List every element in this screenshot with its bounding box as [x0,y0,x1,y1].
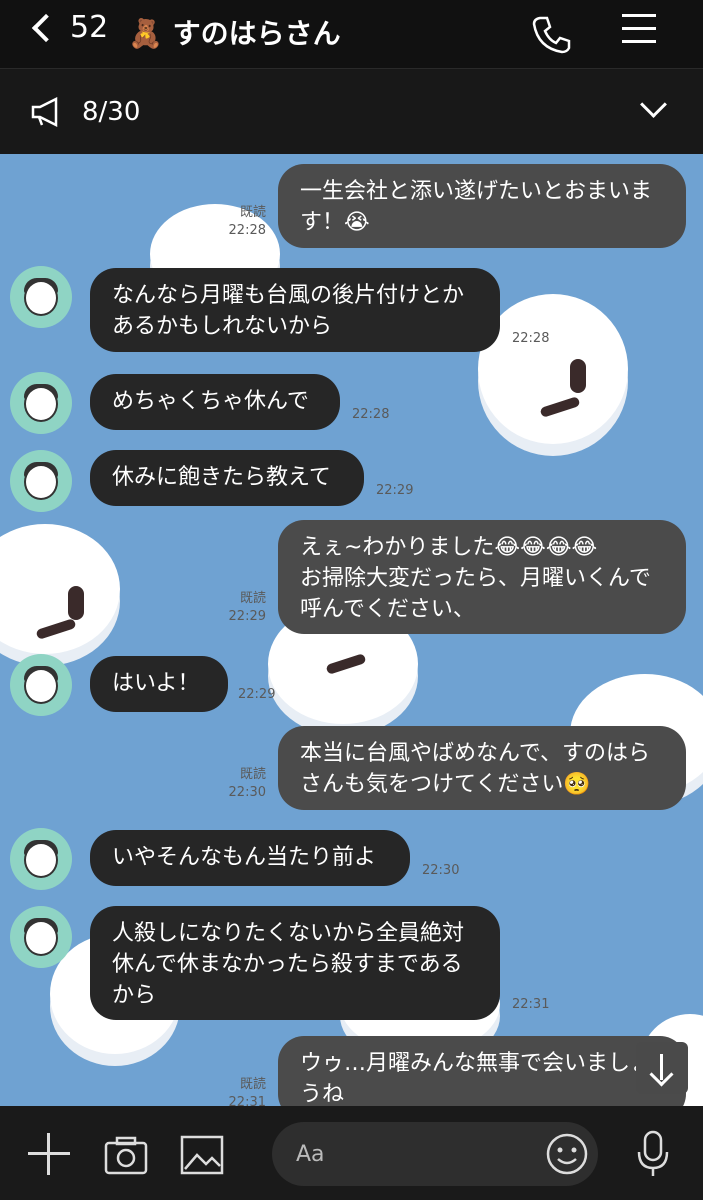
timestamp: 22:30 [228,785,266,800]
timestamp: 22:31 [512,997,550,1012]
timestamp: 22:28 [228,223,266,238]
timestamp: 22:29 [228,609,266,624]
chevron-left-icon [31,13,61,42]
message-bubble-in[interactable]: めちゃくちゃ休んで [90,374,340,430]
plus-icon[interactable] [28,1133,70,1175]
avatar[interactable] [10,828,72,890]
scroll-down-icon[interactable] [636,1042,688,1094]
read-receipt: 既読 [239,205,266,220]
avatar[interactable] [10,654,72,716]
message-bubble-in[interactable]: 人殺しになりたくないから全員絶対 休んで休まなかったら殺すまである から [90,906,500,1020]
message-bubble-out[interactable]: 本当に台風やばめなんで、すのはら さんも気をつけてください🥺 [278,726,686,810]
camera-icon[interactable] [104,1135,148,1175]
avatar[interactable] [10,372,72,434]
cloud-decoration [478,294,628,444]
timestamp: 22:29 [376,483,414,498]
message-meta: 既読 22:31 [212,1076,266,1106]
emoji-icon[interactable] [546,1133,588,1175]
bear-icon: 🧸 [128,17,163,50]
megaphone-icon [31,97,58,127]
unread-count: 52 [70,10,109,45]
image-icon[interactable] [180,1135,224,1175]
message-bubble-out[interactable]: ウゥ…月曜みんな無事で会いましょ うね [278,1036,686,1106]
message-bubble-in[interactable]: 休みに飽きたら教えて [90,450,364,506]
message-bubble-out[interactable]: えぇ~わかりました😂😂😂😂 お掃除大変だったら、月曜いくんで 呼んでください、 [278,520,686,634]
timestamp: 22:29 [238,687,276,702]
chevron-down-icon[interactable] [640,91,667,118]
chat-header: 52 🧸 すのはらさん [0,0,703,68]
phone-icon[interactable] [530,12,574,56]
message-bubble-out[interactable]: 一生会社と添い遂げたいとおまいま す！😭 [278,164,686,248]
timestamp: 22:28 [512,331,550,346]
cloud-decoration [0,524,120,654]
announcement-bar[interactable]: 8/30 [0,68,703,155]
contact-name: すのはらさん [172,17,341,50]
timestamp: 22:30 [422,863,460,878]
timestamp: 22:28 [352,407,390,422]
read-receipt: 既読 [239,767,266,782]
message-meta: 既読 22:30 [212,766,266,802]
cloud-eye [570,359,586,393]
avatar[interactable] [10,906,72,968]
message-bubble-in[interactable]: はいよ！ [90,656,228,712]
message-bubble-in[interactable]: なんなら月曜も台風の後片付けとか あるかもしれないから [90,268,500,352]
announcement-count: 8/30 [82,97,141,127]
message-meta: 既読 22:28 [212,204,266,240]
back-button[interactable]: 52 [31,10,109,45]
avatar[interactable] [10,266,72,328]
chat-title[interactable]: 🧸 すのはらさん [128,12,341,52]
mic-icon[interactable] [636,1130,670,1178]
timestamp: 22:31 [228,1095,266,1106]
cloud-eye [68,586,84,620]
message-input-placeholder: Aa [296,1142,325,1167]
message-bubble-in[interactable]: いやそんなもん当たり前よ [90,830,410,886]
avatar[interactable] [10,450,72,512]
read-receipt: 既読 [239,1077,266,1092]
menu-icon[interactable] [622,14,656,44]
chat-area[interactable]: 既読 22:28 一生会社と添い遂げたいとおまいま す！😭 なんなら月曜も台風の… [0,154,703,1106]
read-receipt: 既読 [239,591,266,606]
message-meta: 既読 22:29 [212,590,266,626]
